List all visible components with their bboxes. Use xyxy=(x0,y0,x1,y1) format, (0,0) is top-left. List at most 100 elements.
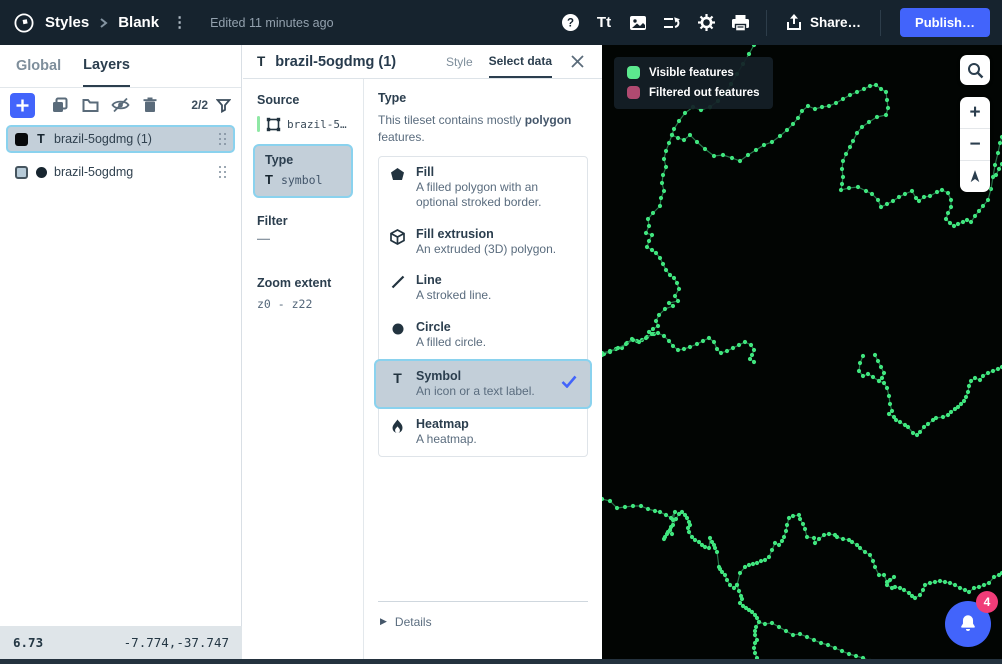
map-canvas[interactable]: Visible features Filtered out features +… xyxy=(602,45,1002,659)
legend-row-filtered: Filtered out features xyxy=(627,86,760,99)
source-row[interactable]: brazil-5… xyxy=(257,116,353,132)
filter-label[interactable]: Filter xyxy=(257,214,353,228)
top-bar: Styles Blank ⋮ Edited 11 minutes ago ? T… xyxy=(0,0,1002,45)
zoom-level-readout: 6.73 xyxy=(13,635,43,650)
type-option-circle[interactable]: CircleA filled circle. xyxy=(379,312,587,359)
type-option-line[interactable]: LineA stroked line. xyxy=(379,265,587,312)
type-option-symbol[interactable]: T SymbolAn icon or a text label. xyxy=(374,359,592,410)
topbar-divider xyxy=(766,10,767,36)
drag-handle[interactable] xyxy=(219,166,227,179)
north-arrow-icon xyxy=(967,168,983,185)
svg-text:?: ? xyxy=(567,18,574,30)
layer-counter: 2/2 xyxy=(191,98,208,112)
map-legend: Visible features Filtered out features xyxy=(614,57,773,109)
map-svg xyxy=(602,45,1002,659)
search-icon xyxy=(967,62,984,79)
source-name: brazil-5… xyxy=(287,118,347,131)
tab-select-data[interactable]: Select data xyxy=(489,45,552,78)
map-zoom-controls: + − xyxy=(960,97,990,192)
close-panel-icon[interactable] xyxy=(566,51,588,73)
filter-layers-funnel-icon[interactable] xyxy=(216,98,231,113)
fill-extrusion-icon xyxy=(389,227,406,245)
layer-row-circle[interactable]: brazil-5ogdmg xyxy=(6,158,235,186)
publish-button[interactable]: Publish… xyxy=(900,8,990,37)
group-folder-icon[interactable] xyxy=(77,93,103,117)
type-label: Type xyxy=(265,153,341,167)
style-menu-kebab-icon[interactable]: ⋮ xyxy=(168,15,191,30)
breadcrumb-style-name[interactable]: Blank xyxy=(118,14,159,31)
tab-global[interactable]: Global xyxy=(16,45,61,87)
history-icon[interactable] xyxy=(655,6,689,40)
type-heading: Type xyxy=(378,91,588,105)
images-icon[interactable] xyxy=(621,6,655,40)
fonts-icon[interactable]: Tt xyxy=(587,6,621,40)
legend-row-visible: Visible features xyxy=(627,66,760,79)
layer-color-swatch xyxy=(15,166,28,179)
layer-settings-column: Source brazil-5… Type T symbol Filter — … xyxy=(243,79,363,659)
zoom-in-button[interactable]: + xyxy=(960,97,990,128)
compass-button[interactable] xyxy=(960,160,990,192)
type-setting-selected[interactable]: Type T symbol xyxy=(253,144,353,198)
layer-toolbar: 2/2 xyxy=(0,88,241,122)
details-label: Details xyxy=(395,615,432,629)
type-option-heatmap[interactable]: HeatmapA heatmap. xyxy=(379,409,587,456)
fill-icon xyxy=(389,165,406,181)
circle-type-icon xyxy=(36,167,47,178)
edited-status: Edited 11 minutes ago xyxy=(210,16,333,30)
breadcrumb-chevron-icon xyxy=(99,17,108,29)
tileset-polygon-icon xyxy=(266,117,281,132)
layer-name: brazil-5ogdmg (1) xyxy=(54,132,152,146)
drag-handle[interactable] xyxy=(219,133,227,146)
layer-editor-panel: T brazil-5ogdmg (1) Style Select data So… xyxy=(243,45,602,659)
layer-color-swatch xyxy=(15,133,28,146)
coordinates-readout: -7.774,-37.747 xyxy=(124,635,229,650)
symbol-type-icon: T xyxy=(265,172,273,187)
map-search-button[interactable] xyxy=(960,55,990,85)
selected-checkmark-icon xyxy=(561,375,577,393)
settings-gear-icon[interactable] xyxy=(689,6,723,40)
zoom-extent-label[interactable]: Zoom extent xyxy=(257,276,353,290)
type-option-fill-extrusion[interactable]: Fill extrusionAn extruded (3D) polygon. xyxy=(379,219,587,266)
bell-icon xyxy=(957,613,979,635)
symbol-type-icon: T xyxy=(389,369,406,385)
type-selection-column: Type This tileset contains mostly polygo… xyxy=(363,79,602,659)
mapbox-logo-icon[interactable] xyxy=(12,11,36,35)
layer-list: T brazil-5ogdmg (1) brazil-5ogdmg xyxy=(0,122,241,194)
type-option-fill[interactable]: FillA filled polygon with an optional st… xyxy=(379,157,587,219)
add-layer-button[interactable] xyxy=(10,93,35,118)
mapbox-studio-app: Styles Blank ⋮ Edited 11 minutes ago ? T… xyxy=(0,0,1002,664)
heatmap-flame-icon xyxy=(389,417,406,434)
map-status-bar: 6.73 -7.774,-37.747 xyxy=(0,626,242,659)
window-bottom-edge xyxy=(0,659,1002,664)
panel-header: T brazil-5ogdmg (1) Style Select data xyxy=(243,45,602,79)
symbol-type-icon: T xyxy=(35,132,47,146)
delete-layer-trash-icon[interactable] xyxy=(137,93,163,117)
symbol-type-icon: T xyxy=(257,54,265,69)
print-icon[interactable] xyxy=(723,6,757,40)
hide-layer-eye-off-icon[interactable] xyxy=(107,93,133,117)
duplicate-layer-icon[interactable] xyxy=(47,93,73,117)
zoom-out-button[interactable]: − xyxy=(960,128,990,160)
share-button[interactable]: Share… xyxy=(776,14,871,31)
sidebar-tabs: Global Layers xyxy=(0,45,241,88)
visible-features-swatch xyxy=(627,66,640,79)
topbar-divider xyxy=(880,10,881,36)
type-options-card: FillA filled polygon with an optional st… xyxy=(378,156,588,457)
source-status-bar xyxy=(257,116,260,132)
layers-sidebar: Global Layers 2/2 xyxy=(0,45,242,664)
circle-icon xyxy=(389,320,406,336)
details-toggle[interactable]: ▶ Details xyxy=(378,601,588,645)
line-icon xyxy=(389,273,406,289)
tab-style[interactable]: Style xyxy=(446,45,473,78)
zoom-extent-value: z0 - z22 xyxy=(257,297,353,311)
share-upload-icon xyxy=(786,14,802,31)
filter-value: — xyxy=(257,231,353,246)
notification-count-badge[interactable]: 4 xyxy=(976,591,998,613)
help-icon[interactable]: ? xyxy=(553,6,587,40)
filtered-features-swatch xyxy=(627,86,640,99)
layer-row-symbol[interactable]: T brazil-5ogdmg (1) xyxy=(6,125,235,153)
breadcrumb-styles[interactable]: Styles xyxy=(45,14,89,31)
tileset-note: This tileset contains mostly polygon fea… xyxy=(378,112,588,146)
tab-layers[interactable]: Layers xyxy=(83,45,130,87)
panel-title: brazil-5ogdmg (1) xyxy=(275,54,396,70)
